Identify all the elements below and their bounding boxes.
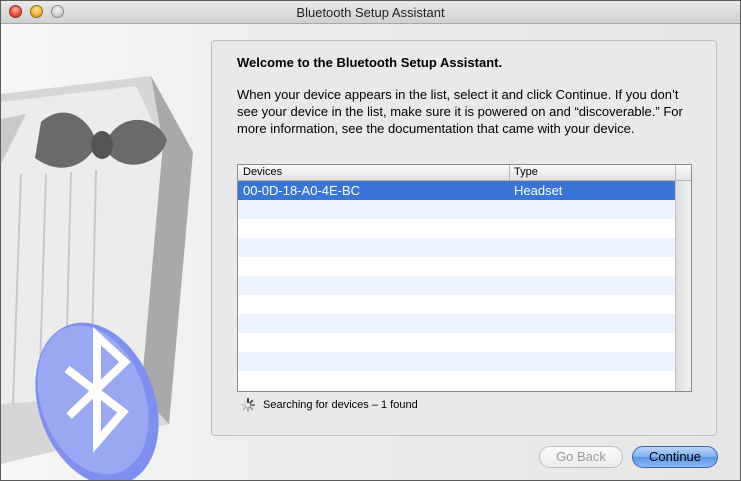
table-row[interactable]: 00-0D-18-A0-4E-BC Headset	[238, 181, 675, 200]
empty-row	[238, 257, 675, 276]
tuxedo-illustration	[1, 76, 193, 480]
column-header-type[interactable]: Type	[514, 166, 538, 178]
empty-row	[238, 219, 675, 238]
content-panel: Welcome to the Bluetooth Setup Assistant…	[211, 40, 717, 436]
empty-row	[238, 333, 675, 352]
title-bar: Bluetooth Setup Assistant	[1, 1, 740, 24]
welcome-heading: Welcome to the Bluetooth Setup Assistant…	[237, 55, 503, 70]
empty-row	[238, 295, 675, 314]
devices-table[interactable]: Devices Type 00-0D-18-A0-4E-BC Headset	[237, 164, 692, 392]
vertical-scrollbar[interactable]	[675, 181, 691, 391]
table-rows: 00-0D-18-A0-4E-BC Headset	[238, 181, 675, 391]
table-header: Devices Type	[238, 165, 675, 181]
window-title: Bluetooth Setup Assistant	[296, 5, 445, 20]
header-corner	[675, 165, 691, 181]
empty-row	[238, 276, 675, 295]
setup-assistant-window: Bluetooth Setup Assistant Welcome to the…	[0, 0, 741, 481]
window-content: Welcome to the Bluetooth Setup Assistant…	[1, 24, 740, 480]
empty-row	[238, 352, 675, 371]
column-header-devices[interactable]: Devices	[243, 166, 282, 178]
empty-row	[238, 200, 675, 219]
status-text: Searching for devices – 1 found	[263, 399, 418, 411]
progress-spinner-icon	[241, 398, 255, 412]
empty-row	[238, 238, 675, 257]
empty-row	[238, 371, 675, 390]
column-divider[interactable]	[509, 165, 510, 180]
device-type-cell: Headset	[514, 183, 563, 198]
instructions-text: When your device appears in the list, se…	[237, 87, 683, 136]
device-name-cell: 00-0D-18-A0-4E-BC	[243, 183, 361, 198]
continue-button[interactable]: Continue	[632, 446, 718, 468]
empty-row	[238, 314, 675, 333]
go-back-button[interactable]: Go Back	[539, 446, 623, 468]
